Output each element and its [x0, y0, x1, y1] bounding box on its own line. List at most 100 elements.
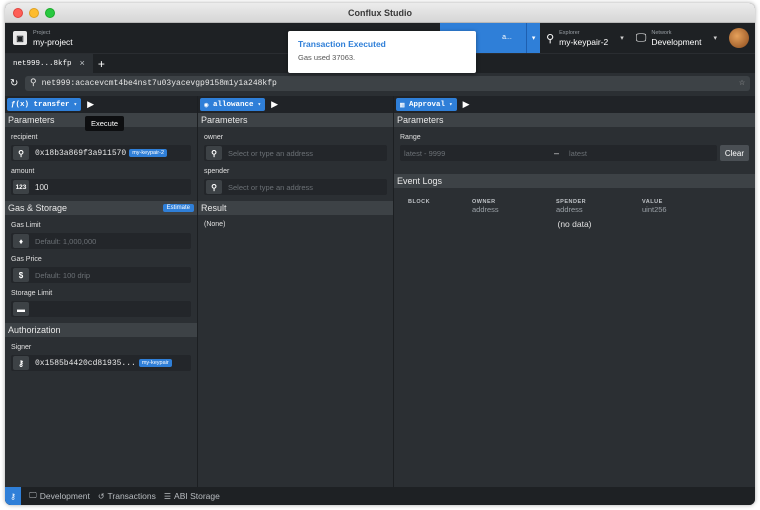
- column-header-block: BLOCK: [408, 199, 431, 205]
- statusbar-transactions[interactable]: ↺ Transactions: [98, 491, 156, 501]
- estimate-button[interactable]: Estimate: [162, 204, 194, 212]
- owner-input[interactable]: ⚲ Select or type an address: [204, 145, 387, 161]
- function-name: allowance: [213, 100, 254, 109]
- execute-button[interactable]: ▶: [463, 99, 470, 110]
- function-icon: ƒ(x): [11, 100, 34, 109]
- chevron-down-icon: ▾: [449, 101, 453, 108]
- title-bar: Conflux Studio: [5, 3, 755, 23]
- recipient-value: 0x18b3a869f3a911570: [35, 148, 127, 158]
- statusbar-development[interactable]: 🖵 Development: [29, 491, 90, 501]
- storage-limit-label: Storage Limit: [11, 290, 53, 297]
- network-value: Development: [651, 36, 702, 47]
- address-value: net999:acacevcmt4be4nst7u03yacevgp9158m1…: [41, 78, 277, 88]
- spender-placeholder: Select or type an address: [228, 182, 314, 192]
- event-name: Approval: [409, 100, 446, 109]
- transfer-panel: ƒ(x) transfer ▾ ▶ Execute Parameters rec…: [5, 96, 198, 487]
- map-pin-icon: ⚲: [546, 32, 555, 45]
- recipient-input[interactable]: ⚲ 0x18b3a869f3a911570 my-keypair-2: [11, 145, 191, 161]
- list-icon: ☰: [163, 491, 172, 501]
- execute-button[interactable]: ▶: [87, 99, 94, 110]
- key-icon[interactable]: ⚷: [5, 487, 21, 505]
- network-label: Network: [651, 29, 672, 36]
- address-bar: ↻ ⚲ net999:acacevcmt4be4nst7u03yacevgp91…: [5, 73, 755, 93]
- amount-input[interactable]: 123 100: [11, 179, 191, 195]
- storage-icon: ▬: [13, 302, 29, 316]
- parameters-section: Parameters: [198, 113, 393, 127]
- range-to-placeholder: latest: [569, 148, 587, 158]
- approval-events-panel: ▦ Approval ▾ ▶ Parameters Range latest -…: [394, 96, 755, 487]
- project-icon: ▣: [13, 31, 27, 45]
- address-input[interactable]: ⚲ net999:acacevcmt4be4nst7u03yacevgp9158…: [25, 75, 750, 91]
- gas-price-label: Gas Price: [11, 256, 42, 263]
- number-icon: 123: [13, 180, 29, 194]
- function-selector-allowance[interactable]: ◉ allowance ▾: [200, 98, 266, 111]
- gas-limit-input[interactable]: ♦ Default: 1,000,000: [11, 233, 191, 249]
- signer-label: Signer: [11, 344, 32, 351]
- execute-button[interactable]: ▶: [271, 99, 278, 110]
- event-logs-section: Event Logs: [394, 174, 755, 188]
- clear-button[interactable]: Clear: [719, 145, 749, 161]
- star-icon[interactable]: ☆: [739, 77, 745, 89]
- tab-contract[interactable]: net999...8kfp ×: [5, 53, 93, 74]
- signer-value: 0x1585b4420cd81935...: [35, 358, 136, 368]
- flame-icon: ♦: [13, 234, 29, 248]
- no-data-text: (no data): [557, 219, 592, 229]
- add-tab-button[interactable]: +: [98, 57, 105, 71]
- recipient-keypair-badge: my-keypair-2: [129, 149, 168, 157]
- refresh-icon[interactable]: ↻: [10, 78, 22, 89]
- calendar-icon: ▦: [400, 101, 410, 110]
- map-pin-icon: ⚲: [206, 180, 222, 194]
- amount-label: amount: [11, 168, 35, 175]
- range-from-placeholder: latest - 9999: [404, 148, 446, 158]
- toast-title: Transaction Executed: [298, 39, 386, 49]
- minimize-window-button[interactable]: [29, 7, 39, 18]
- window-controls: [13, 7, 55, 18]
- avatar[interactable]: [729, 28, 749, 48]
- map-pin-icon: ⚲: [13, 146, 29, 160]
- project-name: my-project: [33, 36, 73, 47]
- statusbar-abi-storage[interactable]: ☰ ABI Storage: [164, 491, 220, 501]
- range-input[interactable]: latest - 9999 – latest: [400, 145, 717, 161]
- column-header-owner: OWNER address: [472, 199, 499, 214]
- range-separator: –: [554, 148, 560, 158]
- map-pin-icon: ⚲: [30, 78, 37, 88]
- history-icon: ↺: [97, 491, 105, 501]
- allowance-panel: ◉ allowance ▾ ▶ Parameters owner ⚲ Selec…: [198, 96, 394, 487]
- close-window-button[interactable]: [13, 7, 23, 18]
- network-selector[interactable]: 🖵 Network Development ▾: [630, 23, 723, 53]
- toast-message: Gas used 37063.: [298, 53, 356, 62]
- function-selector-transfer[interactable]: ƒ(x) transfer ▾: [7, 98, 82, 111]
- parameters-section: Parameters: [394, 113, 755, 127]
- column-header-spender: SPENDER address: [556, 199, 587, 214]
- signer-input[interactable]: ⚷ 0x1585b4420cd81935... my-keypair: [11, 355, 191, 371]
- explorer-label: Explorer: [559, 29, 580, 36]
- eye-icon: ◉: [204, 101, 214, 110]
- chevron-down-icon[interactable]: ▾: [713, 34, 717, 42]
- desktop-icon: 🖵: [29, 491, 37, 500]
- project-selector[interactable]: ▣ Project my-project: [5, 30, 73, 47]
- chevron-down-icon[interactable]: ▾: [620, 34, 624, 42]
- signer-keypair-badge: my-keypair: [138, 359, 172, 367]
- gas-price-input[interactable]: $ Default: 100 drip: [11, 267, 191, 283]
- keypair-dropdown-button[interactable]: ▾: [526, 23, 541, 53]
- project-label: Project: [33, 29, 51, 36]
- close-icon[interactable]: ×: [80, 59, 85, 69]
- app-window: Conflux Studio ▣ Project my-project a...…: [5, 3, 755, 505]
- storage-limit-input[interactable]: ▬: [11, 301, 191, 317]
- result-section: Result: [198, 201, 393, 215]
- chevron-down-icon: ▾: [73, 101, 78, 108]
- dollar-icon: $: [13, 268, 29, 282]
- explorer-selector[interactable]: ⚲ Explorer my-keypair-2 ▾: [540, 23, 630, 53]
- maximize-window-button[interactable]: [45, 7, 55, 18]
- owner-label: owner: [204, 134, 224, 141]
- spender-label: spender: [204, 168, 230, 175]
- range-label: Range: [400, 134, 421, 141]
- notification-toast[interactable]: Transaction Executed Gas used 37063.: [288, 31, 476, 73]
- spender-input[interactable]: ⚲ Select or type an address: [204, 179, 387, 195]
- event-logs-header: BLOCK OWNER address SPENDER address VALU…: [394, 188, 755, 214]
- event-selector-approval[interactable]: ▦ Approval ▾: [396, 98, 457, 111]
- gas-storage-title: Gas & Storage: [8, 203, 68, 213]
- explorer-value: my-keypair-2: [559, 36, 609, 47]
- execute-tooltip: Execute: [85, 116, 125, 131]
- gas-storage-section: Gas & Storage Estimate: [5, 201, 197, 215]
